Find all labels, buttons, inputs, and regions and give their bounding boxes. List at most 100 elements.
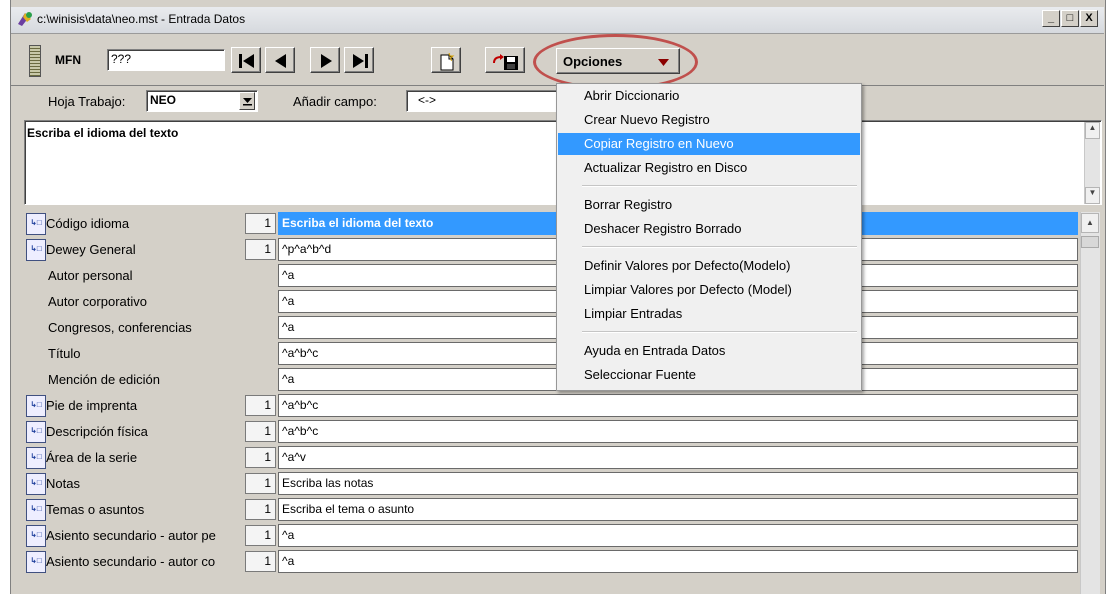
repeat-field-icon[interactable]: ↳□ xyxy=(26,473,46,495)
chevron-down-icon xyxy=(243,98,252,106)
field-row: ↳□ Pie de imprenta 1 ^a^b^c xyxy=(24,392,1078,418)
field-row: ↳□ Descripción física 1 ^a^b^c xyxy=(24,418,1078,444)
minimize-button[interactable]: _ xyxy=(1042,10,1060,27)
occurrence-counter: 1 xyxy=(245,239,276,260)
last-record-icon xyxy=(353,54,368,68)
field-name: Descripción física xyxy=(46,424,148,439)
grid-scrollbar[interactable] xyxy=(1080,212,1100,594)
new-record-button[interactable] xyxy=(431,47,461,73)
field-name: Autor personal xyxy=(48,268,133,283)
field-value-input[interactable]: ^a^b^c xyxy=(278,420,1078,443)
field-row: ↳□ Asiento secundario - autor pe 1 ^a xyxy=(24,522,1078,548)
scroll-down-icon[interactable]: ▼ xyxy=(1085,187,1100,204)
field-name: Notas xyxy=(46,476,80,491)
menu-separator xyxy=(582,331,857,333)
menu-item[interactable]: Seleccionar Fuente xyxy=(558,364,860,386)
field-row: ↳□ Dewey General 1 ^p^a^b^d xyxy=(24,236,1078,262)
add-field-label: Añadir campo: xyxy=(293,94,377,109)
field-row: ↳□ Área de la serie 1 ^a^v xyxy=(24,444,1078,470)
repeat-field-icon[interactable]: ↳□ xyxy=(26,551,46,573)
repeat-field-icon[interactable]: ↳□ xyxy=(26,395,46,417)
menu-item[interactable]: Ayuda en Entrada Datos xyxy=(558,340,860,362)
new-document-icon xyxy=(440,53,455,71)
field-name: Pie de imprenta xyxy=(46,398,138,413)
repeat-field-icon[interactable]: ↳□ xyxy=(26,239,46,261)
occurrence-counter: 1 xyxy=(245,499,276,520)
menu-item[interactable]: Limpiar Entradas xyxy=(558,303,860,325)
menu-item[interactable]: Crear Nuevo Registro xyxy=(558,109,860,131)
scroll-up-icon[interactable]: ▲ xyxy=(1081,213,1099,233)
previous-record-icon xyxy=(275,54,286,68)
worksheet-dropdown-button[interactable] xyxy=(239,92,255,110)
menu-item[interactable]: Actualizar Registro en Disco xyxy=(558,157,860,179)
next-record-icon xyxy=(321,54,332,68)
field-value-input[interactable]: Escriba las notas xyxy=(278,472,1078,495)
menu-item[interactable]: Definir Valores por Defecto(Modelo) xyxy=(558,255,860,277)
save-record-button[interactable] xyxy=(485,47,525,73)
field-name: Congresos, conferencias xyxy=(48,320,192,335)
menu-item[interactable]: Limpiar Valores por Defecto (Model) xyxy=(558,279,860,301)
field-value-input[interactable]: ^a^v xyxy=(278,446,1078,469)
occurrence-counter: 1 xyxy=(245,473,276,494)
add-field-value: <-> xyxy=(418,93,437,107)
menu-item[interactable]: Borrar Registro xyxy=(558,194,860,216)
occurrence-counter: 1 xyxy=(245,395,276,416)
field-row: Autor corporativo ^a xyxy=(24,288,1078,314)
worksheet-label: Hoja Trabajo: xyxy=(48,94,126,109)
field-row: Mención de edición ^a xyxy=(24,366,1078,392)
field-row: ↳□ Notas 1 Escriba las notas xyxy=(24,470,1078,496)
repeat-field-icon[interactable]: ↳□ xyxy=(26,213,46,235)
previous-record-button[interactable] xyxy=(265,47,295,73)
occurrence-counter: 1 xyxy=(245,525,276,546)
field-prompt-text: Escriba el idioma del texto xyxy=(27,126,179,140)
field-value-input[interactable]: ^a xyxy=(278,550,1078,573)
field-name: Título xyxy=(48,346,81,361)
field-name: Autor corporativo xyxy=(48,294,147,309)
occurrence-counter: 1 xyxy=(245,213,276,234)
worksheet-value: NEO xyxy=(150,93,177,107)
window-title: c:\winisis\data\neo.mst - Entrada Datos xyxy=(37,12,246,26)
menu-item[interactable]: Deshacer Registro Borrado xyxy=(558,218,860,240)
field-row: Título ^a^b^c xyxy=(24,340,1078,366)
field-value-input[interactable]: Escriba el tema o asunto xyxy=(278,498,1078,521)
add-field-select[interactable]: <-> xyxy=(406,90,558,112)
menu-item[interactable]: Abrir Diccionario xyxy=(558,85,860,107)
field-row: Congresos, conferencias ^a xyxy=(24,314,1078,340)
field-grid: ↳□ Código idioma 1 Escriba el idioma del te… xyxy=(24,210,1078,594)
maximize-button[interactable]: □ xyxy=(1061,10,1079,27)
repeat-field-icon[interactable]: ↳□ xyxy=(26,447,46,469)
field-row: ↳□ Temas o asuntos 1 Escriba el tema o asun… xyxy=(24,496,1078,522)
field-name: Temas o asuntos xyxy=(46,502,145,517)
occurrence-counter: 1 xyxy=(245,447,276,468)
repeat-field-icon[interactable]: ↳□ xyxy=(26,421,46,443)
close-button[interactable]: X xyxy=(1080,10,1098,27)
repeat-field-icon[interactable]: ↳□ xyxy=(26,525,46,547)
menu-separator xyxy=(582,246,857,248)
mfn-label: MFN xyxy=(55,53,81,67)
menu-separator xyxy=(582,185,857,187)
annotation-ring xyxy=(533,34,698,90)
next-record-button[interactable] xyxy=(310,47,340,73)
mfn-input[interactable]: ??? xyxy=(107,49,225,71)
options-menu: Abrir Diccionario Crear Nuevo Registro Cop… xyxy=(556,83,862,391)
app-icon xyxy=(16,10,34,28)
field-name: Dewey General xyxy=(46,242,136,257)
field-name: Asiento secundario - autor co xyxy=(46,554,216,569)
occurrence-counter: 1 xyxy=(245,421,276,442)
save-icon xyxy=(493,54,518,70)
toolbar-grip[interactable] xyxy=(29,45,41,77)
field-name: Código idioma xyxy=(46,216,130,231)
occurrence-counter: 1 xyxy=(245,551,276,572)
field-name: Asiento secundario - autor pe xyxy=(46,528,216,543)
field-name: Área de la serie xyxy=(46,450,138,465)
first-record-icon xyxy=(239,54,254,68)
field-value-input[interactable]: ^a xyxy=(278,524,1078,547)
menu-item[interactable]: Copiar Registro en Nuevo xyxy=(558,133,860,155)
scroll-thumb[interactable] xyxy=(1081,236,1099,248)
repeat-field-icon[interactable]: ↳□ xyxy=(26,499,46,521)
field-row: ↳□ Código idioma 1 Escriba el idioma del te… xyxy=(24,210,1078,236)
scroll-up-icon[interactable]: ▲ xyxy=(1085,122,1100,139)
last-record-button[interactable] xyxy=(344,47,374,73)
field-value-input[interactable]: ^a^b^c xyxy=(278,394,1078,417)
first-record-button[interactable] xyxy=(231,47,261,73)
